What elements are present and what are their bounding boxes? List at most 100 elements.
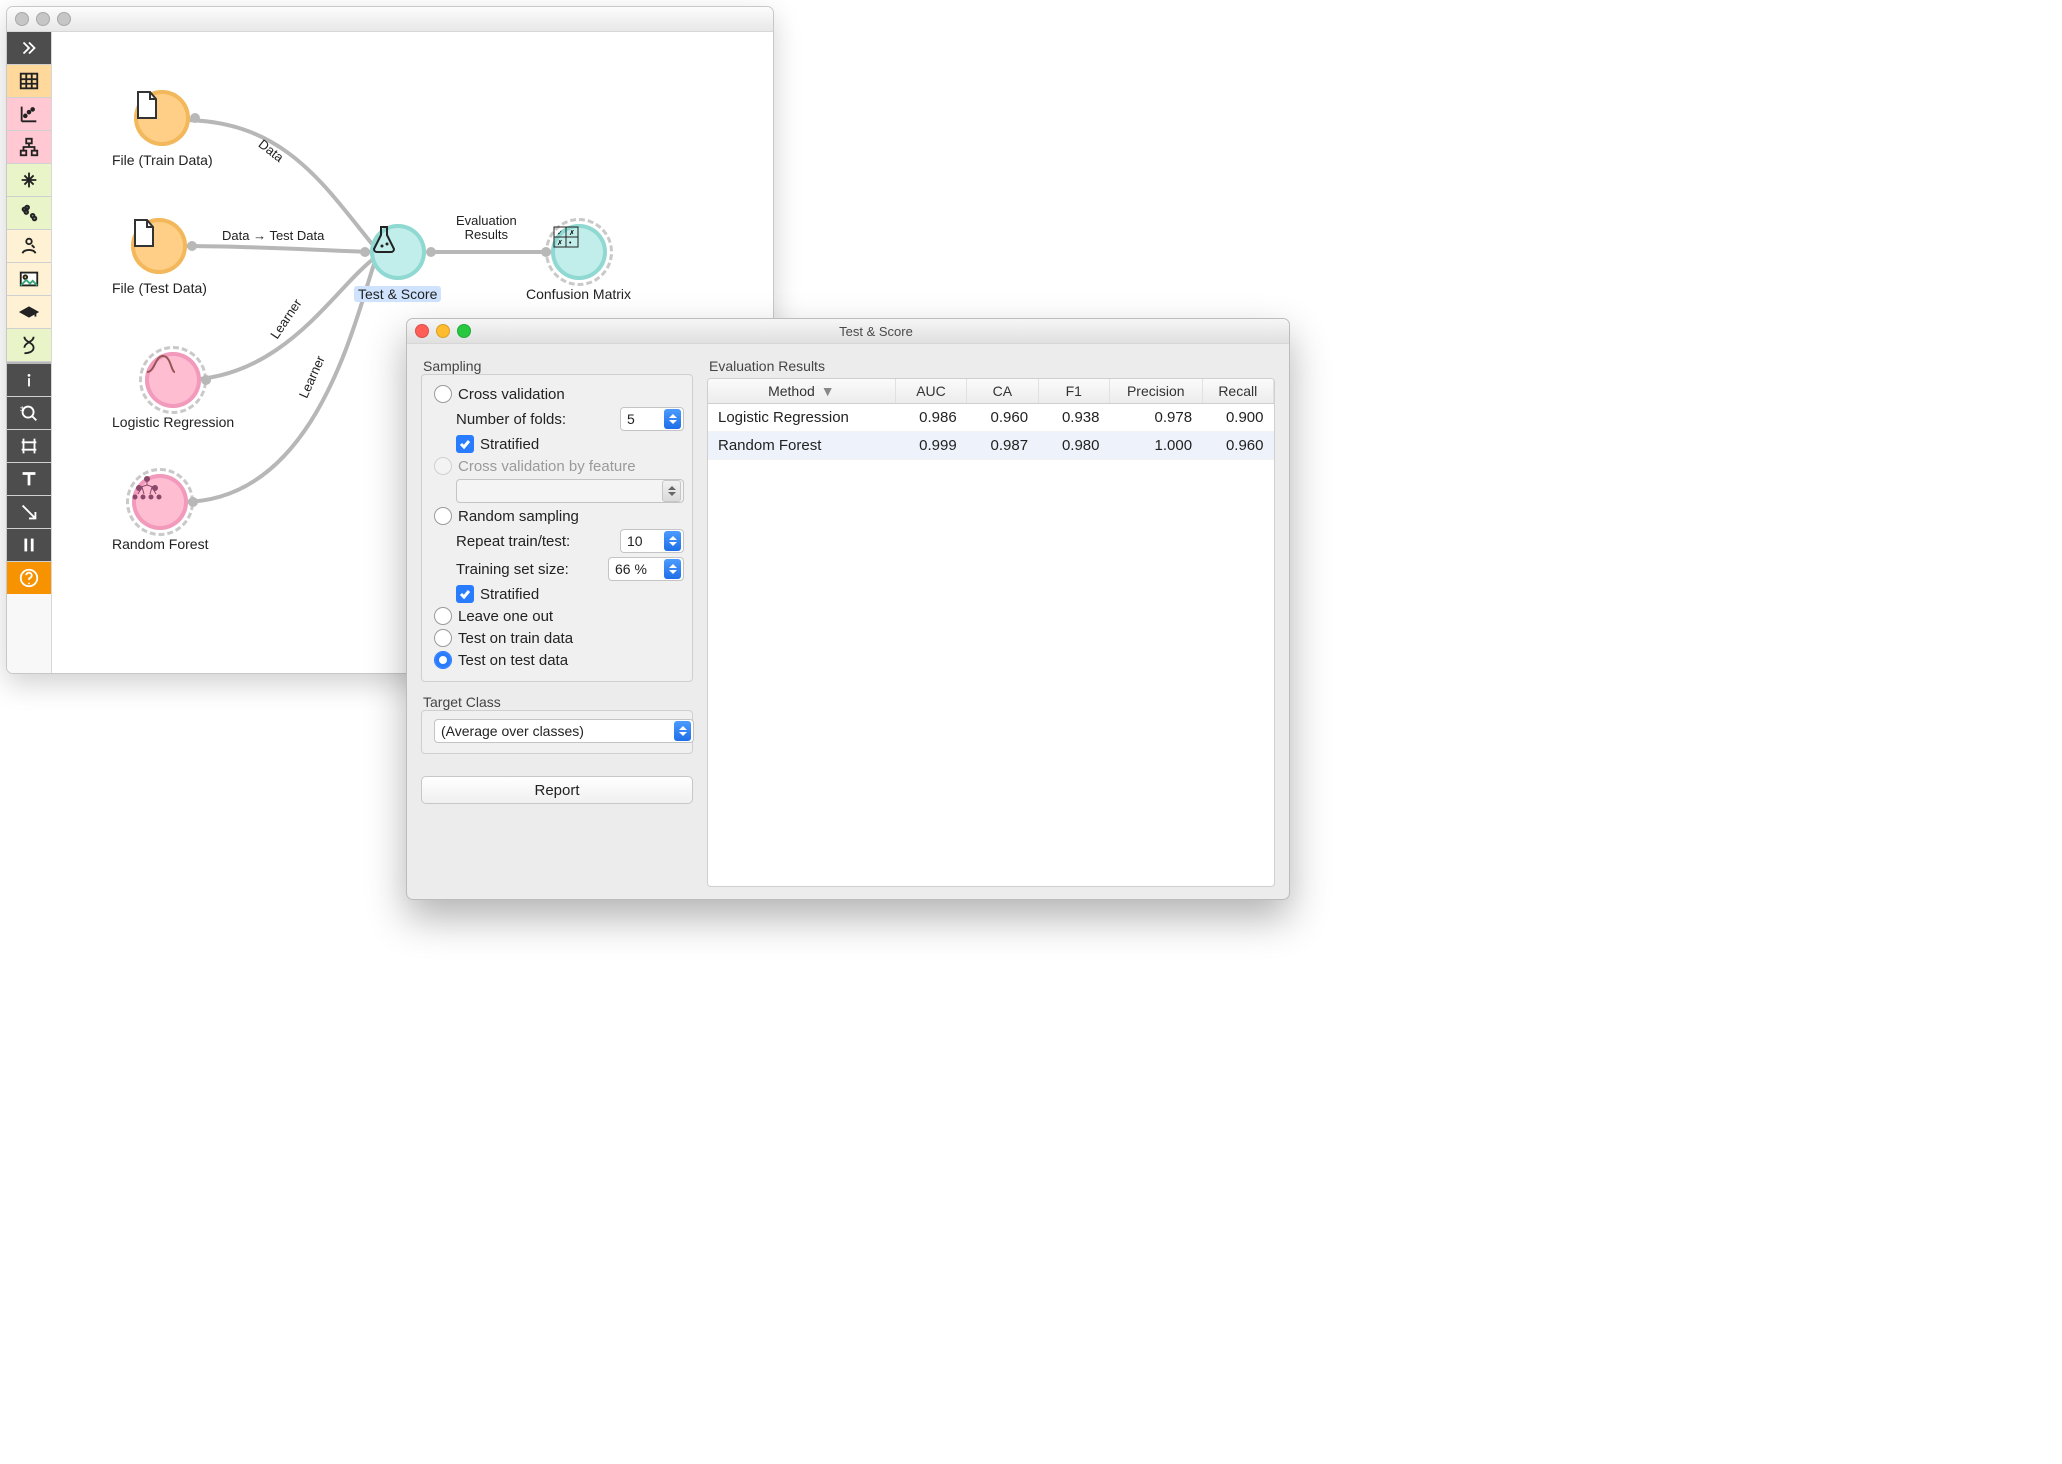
row-repeat: Repeat train/test: 10	[434, 527, 684, 555]
hat-icon[interactable]	[7, 296, 51, 329]
help-icon[interactable]	[7, 562, 51, 594]
widget-label: Random Forest	[112, 536, 208, 552]
widget-label: Test & Score	[354, 286, 441, 302]
file-icon	[134, 90, 160, 120]
stepper-icon[interactable]	[664, 531, 681, 551]
svg-text:±: ±	[20, 404, 25, 413]
dna-icon[interactable]	[7, 329, 51, 362]
minimize-icon[interactable]	[436, 324, 450, 338]
test-score-dialog: Test & Score Sampling Cross validation N…	[406, 318, 1290, 900]
results-table[interactable]: Method▼AUCCAF1PrecisionRecall Logistic R…	[708, 379, 1274, 460]
arrow-icon[interactable]	[7, 496, 51, 529]
widget-label: File (Train Data)	[112, 152, 213, 168]
sigmoid-icon	[145, 352, 177, 376]
pause-icon[interactable]	[7, 529, 51, 562]
radio-test-on-train[interactable]: Test on train data	[434, 627, 684, 649]
checkmark-icon	[456, 435, 474, 453]
widget-random-forest[interactable]: Random Forest	[112, 474, 208, 552]
zoom-window-icon[interactable]	[457, 324, 471, 338]
radio-cv-by-feature: Cross validation by feature	[434, 455, 684, 477]
widget-file-train[interactable]: File (Train Data)	[112, 90, 213, 168]
canvas-titlebar[interactable]	[7, 7, 773, 32]
folds-stepper[interactable]: 5	[620, 407, 684, 431]
widget-file-test[interactable]: File (Test Data)	[112, 218, 207, 296]
category-toolbar[interactable]: ±	[7, 32, 52, 674]
image-icon[interactable]	[7, 263, 51, 296]
sort-desc-icon: ▼	[821, 383, 835, 399]
svg-text:✗: ✗	[557, 239, 563, 247]
expand-icon[interactable]	[7, 32, 51, 65]
radio-test-on-test[interactable]: Test on test data	[434, 649, 684, 671]
window-controls[interactable]	[15, 12, 71, 26]
hierarchy-icon[interactable]	[7, 131, 51, 164]
column-header[interactable]: Method▼	[708, 379, 895, 404]
flask-icon	[370, 224, 398, 254]
cluster-icon[interactable]	[7, 197, 51, 230]
column-header[interactable]: Recall	[1202, 379, 1273, 404]
target-class-select[interactable]: (Average over classes)	[434, 719, 694, 743]
checkbox-stratified-2[interactable]: Stratified	[434, 583, 684, 605]
scatter-icon[interactable]	[7, 98, 51, 131]
radio-leave-one-out[interactable]: Leave one out	[434, 605, 684, 627]
radio-icon	[434, 457, 452, 475]
svg-text:•: •	[569, 240, 572, 247]
widget-test-score[interactable]: Test & Score	[354, 224, 441, 302]
hash-icon[interactable]	[7, 430, 51, 463]
radio-cross-validation[interactable]: Cross validation	[434, 383, 684, 405]
close-icon[interactable]	[415, 324, 429, 338]
window-controls[interactable]	[415, 324, 471, 338]
edge-label-data-testdata: Data → Test Data	[222, 229, 324, 243]
column-header[interactable]: AUC	[895, 379, 966, 404]
radio-icon	[434, 651, 452, 669]
matrix-icon: ✓ ✗ ✗ •	[551, 224, 581, 250]
radio-icon	[434, 507, 452, 525]
widget-confusion-matrix[interactable]: ✓✗ ✗• Confusion Matrix	[526, 224, 631, 302]
output-handle[interactable]	[201, 375, 211, 385]
zoom-window-icon[interactable]	[57, 12, 71, 26]
stepper-icon[interactable]	[664, 559, 681, 579]
checkmark-icon	[456, 585, 474, 603]
stepper-icon[interactable]	[664, 409, 681, 429]
target-class-label: Target Class	[421, 694, 693, 710]
repeat-stepper[interactable]: 10	[620, 529, 684, 553]
radio-icon	[434, 607, 452, 625]
output-handle[interactable]	[426, 247, 436, 257]
info-icon[interactable]	[7, 364, 51, 397]
column-header[interactable]: F1	[1038, 379, 1109, 404]
radio-icon	[434, 629, 452, 647]
worker-icon[interactable]	[7, 230, 51, 263]
widget-label: File (Test Data)	[112, 280, 207, 296]
report-button[interactable]: Report	[421, 776, 693, 804]
input-handle[interactable]	[360, 247, 370, 257]
chevrons-icon	[674, 721, 691, 741]
output-handle[interactable]	[188, 497, 198, 507]
svg-text:✗: ✗	[569, 229, 575, 237]
minimize-icon[interactable]	[36, 12, 50, 26]
table-row[interactable]: Logistic Regression0.9860.9600.9380.9780…	[708, 404, 1274, 432]
row-number-of-folds: Number of folds: 5	[434, 405, 684, 433]
radio-random-sampling[interactable]: Random sampling	[434, 505, 684, 527]
edge-label-eval-results: EvaluationResults	[456, 214, 517, 243]
zoom-icon[interactable]: ±	[7, 397, 51, 430]
results-table-container: Method▼AUCCAF1PrecisionRecall Logistic R…	[707, 378, 1275, 887]
grid-icon[interactable]	[7, 164, 51, 197]
column-header[interactable]: Precision	[1109, 379, 1202, 404]
select-cv-feature	[434, 477, 684, 505]
table-icon[interactable]	[7, 65, 51, 98]
close-icon[interactable]	[15, 12, 29, 26]
sampling-panel: Cross validation Number of folds: 5 Stra…	[421, 374, 693, 682]
svg-text:✓: ✓	[557, 230, 563, 237]
output-handle[interactable]	[187, 241, 197, 251]
evaluation-results-label: Evaluation Results	[707, 358, 1275, 374]
table-row[interactable]: Random Forest0.9990.9870.9801.0000.960	[708, 432, 1274, 460]
dialog-title: Test & Score	[471, 324, 1281, 339]
checkbox-stratified-1[interactable]: Stratified	[434, 433, 684, 455]
input-handle[interactable]	[541, 247, 551, 257]
text-icon[interactable]	[7, 463, 51, 496]
dialog-titlebar[interactable]: Test & Score	[407, 319, 1289, 344]
column-header[interactable]: CA	[967, 379, 1038, 404]
widget-logistic-regression[interactable]: Logistic Regression	[112, 352, 234, 430]
widget-label: Logistic Regression	[112, 414, 234, 430]
training-size-stepper[interactable]: 66 %	[608, 557, 684, 581]
output-handle[interactable]	[190, 113, 200, 123]
